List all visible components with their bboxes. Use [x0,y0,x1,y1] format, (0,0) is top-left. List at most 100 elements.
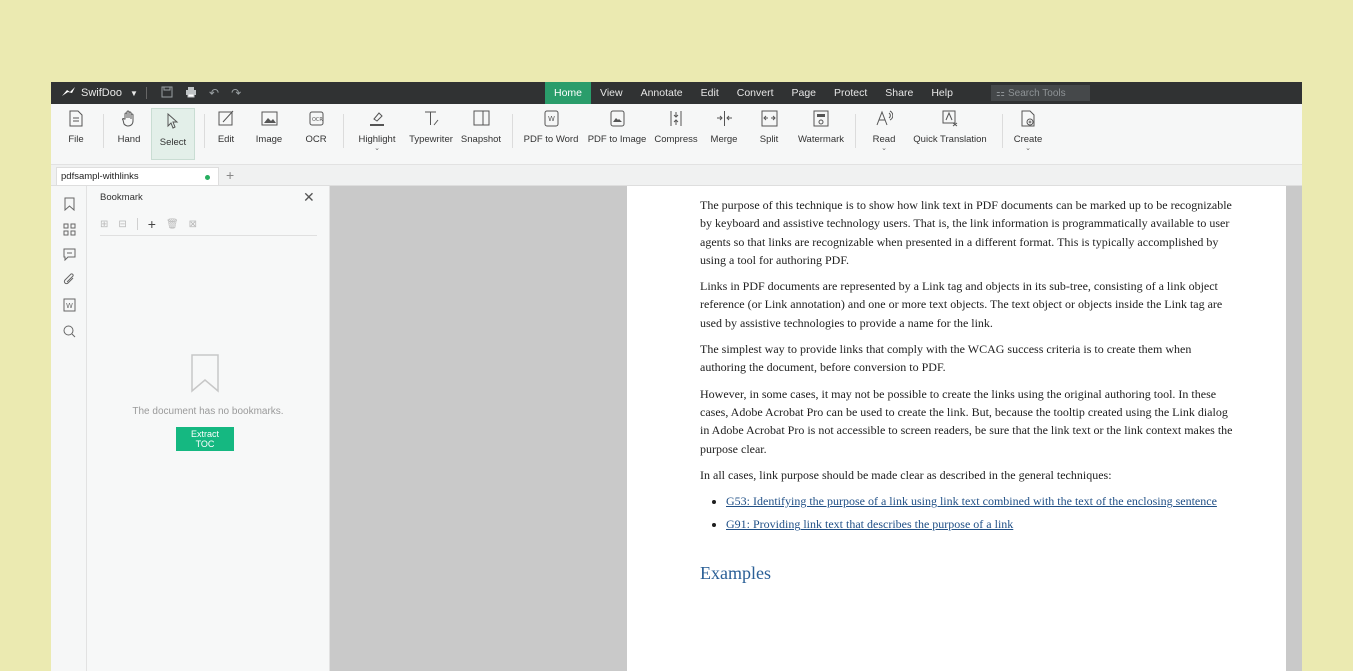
close-icon[interactable]: ✕ [303,189,315,206]
edit-icon [218,108,234,128]
divider [103,114,104,148]
chevron-down-icon: ⌄ [1025,145,1031,152]
typewriter-button[interactable]: Typewriter [406,106,456,158]
svg-text:W: W [548,115,555,123]
edit-label: Edit [217,134,235,145]
empty-bookmark-icon [190,353,220,398]
search-tools-input[interactable]: ⚏ Search Tools [991,85,1090,101]
chevron-down-icon: ▼ [129,88,138,98]
split-button[interactable]: Split [755,106,783,158]
hand-button[interactable]: Hand [114,106,144,158]
highlight-icon [369,108,385,128]
document-tab[interactable]: pdfsampl-withlinks [56,167,219,185]
menu-protect[interactable]: Protect [825,82,876,104]
add-bookmark-icon[interactable]: + [148,216,156,232]
scroll-gutter [1286,186,1302,671]
quick-translation-button[interactable]: Quick Translation [909,106,991,158]
ribbon-toolbar: File Hand Select Edit Image OCR OCR High… [51,104,1302,165]
paragraph: The purpose of this technique is to show… [700,198,1232,267]
document-canvas: The purpose of this technique is to show… [330,186,1302,671]
compress-icon [669,108,683,128]
menu-edit[interactable]: Edit [692,82,728,104]
ocr-button[interactable]: OCR OCR [303,106,329,158]
app-name: SwifDoo [81,87,122,99]
collapse-bookmarks-icon[interactable]: ⊟ [118,219,126,230]
comments-icon[interactable] [61,246,77,262]
hand-label: Hand [117,134,141,145]
image-label: Image [255,134,283,145]
pdf-to-image-label: PDF to Image [587,134,647,145]
page-content: The purpose of this technique is to show… [700,196,1240,582]
divider [512,114,513,148]
menu-help[interactable]: Help [922,82,962,104]
divider [343,114,344,148]
document-tab-bar: pdfsampl-withlinks + [51,165,1302,186]
image-button[interactable]: Image [254,106,284,158]
watermark-button[interactable]: Watermark [795,106,847,158]
select-button[interactable]: Select [151,108,195,160]
typewriter-label: Typewriter [409,134,453,145]
undo-icon[interactable]: ↶ [209,86,219,100]
search-icon[interactable] [61,323,77,339]
link-list: G53: Identifying the purpose of a link u… [700,492,1240,534]
merge-label: Merge [710,134,738,145]
menu-page[interactable]: Page [783,82,826,104]
typewriter-icon [423,108,440,128]
document-tab-label: pdfsampl-withlinks [61,171,139,182]
search-tools-placeholder: Search Tools [1007,87,1066,99]
bookmark-icon[interactable] [61,196,77,212]
menu-home[interactable]: Home [545,82,592,104]
redo-icon[interactable]: ↷ [231,86,241,100]
menu-annotate[interactable]: Annotate [632,82,692,104]
snapshot-label: Snapshot [460,134,502,145]
ocr-icon: OCR [308,108,325,128]
ocr-label: OCR [305,134,327,145]
grid-search-icon: ⚏ [996,87,1005,99]
divider [146,87,147,99]
menu-view[interactable]: View [591,82,632,104]
delete-bookmark-icon[interactable]: 🗑 [166,219,179,230]
highlight-button[interactable]: Highlight ⌄ [356,106,398,158]
svg-text:OCR: OCR [312,117,323,123]
pdf-to-word-button[interactable]: W PDF to Word [522,106,580,158]
read-icon [876,108,893,128]
menu-convert[interactable]: Convert [728,82,783,104]
extract-toc-button[interactable]: Extract TOC [176,427,234,451]
app-window: SwifDoo ▼ ↶ ↷ Home View Annotate Edit Co… [51,82,1302,671]
print-icon[interactable] [185,86,197,101]
delete-all-bookmarks-icon[interactable]: ⊠ [189,219,197,230]
attachment-icon[interactable] [61,272,77,288]
edit-button[interactable]: Edit [214,106,238,158]
file-icon [69,108,83,128]
file-label: File [68,134,84,145]
bookmark-panel: Bookmark ✕ ⊞ ⊟ + 🗑 ⊠ The document has no… [87,186,330,671]
merge-button[interactable]: Merge [708,106,740,158]
pdf-to-image-button[interactable]: PDF to Image [587,106,647,158]
thumbnails-icon[interactable] [61,221,77,237]
menu-share[interactable]: Share [876,82,922,104]
read-button[interactable]: Read ⌄ [871,106,897,158]
snapshot-icon [473,108,490,128]
add-tab-button[interactable]: + [226,167,234,183]
app-brand-menu[interactable]: SwifDoo ▼ [61,82,138,104]
saved-status-dot [205,175,210,180]
paragraph: Links in PDF documents are represented b… [700,279,1223,330]
g91-link[interactable]: G91: Providing link text that describes … [726,517,1013,531]
file-button[interactable]: File [63,106,89,158]
bookmark-toolbar: ⊞ ⊟ + 🗑 ⊠ [100,213,317,236]
g53-link[interactable]: G53: Identifying the purpose of a link u… [726,494,1217,508]
expand-bookmarks-icon[interactable]: ⊞ [100,219,108,230]
list-item: G91: Providing link text that describes … [726,515,1240,533]
divider [204,114,205,148]
create-icon [1021,108,1036,128]
compress-button[interactable]: Compress [653,106,699,158]
create-button[interactable]: Create ⌄ [1013,106,1043,158]
save-icon[interactable] [161,86,173,101]
svg-text:W: W [66,302,73,310]
snapshot-button[interactable]: Snapshot [459,106,503,158]
title-bar: SwifDoo ▼ ↶ ↷ Home View Annotate Edit Co… [51,82,1302,104]
quick-translation-label: Quick Translation [913,134,987,145]
word-icon[interactable]: W [61,297,77,313]
split-icon [761,108,778,128]
sidebar-rail: W [51,186,87,671]
